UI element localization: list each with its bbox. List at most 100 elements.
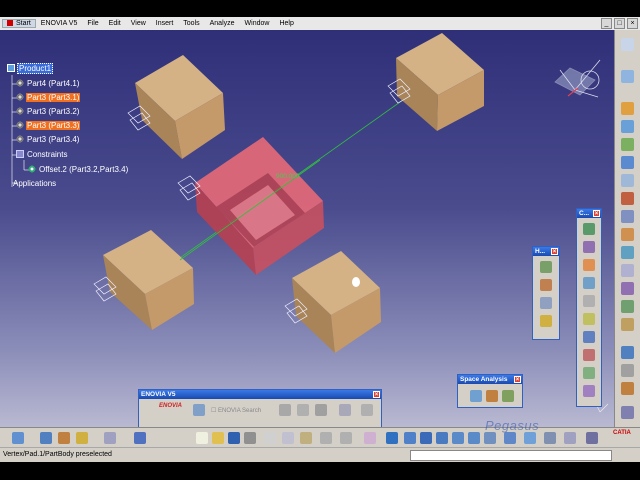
enovia-tool-4[interactable] [315, 404, 327, 416]
c-tool-8[interactable] [583, 349, 595, 361]
normal-view-icon[interactable] [484, 432, 496, 444]
paste-icon[interactable] [300, 432, 312, 444]
tree-node-part3-1[interactable]: Part3 (Part3.1) [16, 92, 81, 103]
hide-show-icon[interactable] [544, 432, 556, 444]
toolbar-icon-1[interactable] [621, 38, 634, 51]
swap-icon[interactable] [40, 432, 52, 444]
redo-icon[interactable] [340, 432, 352, 444]
c-tool-2[interactable] [583, 241, 595, 253]
menu-window[interactable]: Window [240, 20, 275, 27]
menu-help[interactable]: Help [274, 20, 298, 27]
zoom-in-icon[interactable] [452, 432, 464, 444]
toolbar-icon-4[interactable] [621, 120, 634, 133]
toolbar-enovia-title[interactable]: ENOVIA V5 × [139, 390, 381, 399]
undo-icon[interactable] [320, 432, 332, 444]
close-icon[interactable]: × [551, 248, 558, 255]
c-tool-5[interactable] [583, 295, 595, 307]
tree-node-part3-4[interactable]: Part3 (Part3.4) [16, 134, 80, 145]
c-tool-1[interactable] [583, 223, 595, 235]
toolbar-icon-3[interactable] [621, 102, 634, 115]
toolbar-icon-16[interactable] [621, 346, 634, 359]
tree-label-applications[interactable]: Applications [12, 179, 57, 188]
copy-icon[interactable] [282, 432, 294, 444]
menu-tools[interactable]: Tools [178, 20, 204, 27]
enovia-tool-3[interactable] [297, 404, 309, 416]
save-icon[interactable] [228, 432, 240, 444]
zoom-out-icon[interactable] [468, 432, 480, 444]
c-tool-6[interactable] [583, 313, 595, 325]
h-tool-3[interactable] [540, 297, 552, 309]
menu-analyze[interactable]: Analyze [205, 20, 240, 27]
tree-node-part4-1[interactable]: Part4 (Part4.1) [16, 78, 80, 89]
tree-node-product[interactable]: Product1 [7, 63, 54, 74]
toolbar-icon-10[interactable] [621, 228, 634, 241]
c-tool-10[interactable] [583, 385, 595, 397]
close-icon[interactable]: × [627, 18, 638, 29]
close-icon[interactable]: × [514, 376, 521, 383]
print-icon[interactable] [244, 432, 256, 444]
toolbar-h-title[interactable]: H... × [533, 247, 559, 256]
lock-icon[interactable] [76, 432, 88, 444]
c-tool-4[interactable] [583, 277, 595, 289]
tree-node-part3-2[interactable]: Part3 (Part3.2) [16, 106, 80, 117]
tree-label-part3-4[interactable]: Part3 (Part3.4) [26, 135, 80, 144]
shading-icon[interactable] [524, 432, 536, 444]
c-tool-3[interactable] [583, 259, 595, 271]
space-tool-distance[interactable] [502, 390, 514, 402]
toolbar-h[interactable]: H... × [532, 246, 560, 340]
tree-label-part4-1[interactable]: Part4 (Part4.1) [26, 79, 80, 88]
h-tool-2[interactable] [540, 279, 552, 291]
toolbar-icon-18[interactable] [621, 382, 634, 395]
pan-icon[interactable] [420, 432, 432, 444]
cube-part3-4[interactable] [292, 251, 381, 353]
tree-node-applications[interactable]: Applications [12, 178, 57, 189]
toolbar-c-title[interactable]: C... × [577, 209, 601, 218]
iso-view-icon[interactable] [504, 432, 516, 444]
toolbar-space-title[interactable]: Space Analysis × [458, 375, 522, 384]
apply-material-icon[interactable] [586, 432, 598, 444]
toolbar-icon-14[interactable] [621, 300, 634, 313]
fit-all-icon[interactable] [404, 432, 416, 444]
tree-label-offset[interactable]: Offset.2 (Part3.2,Part3.4) [38, 165, 129, 174]
toolbar-icon-12[interactable] [621, 264, 634, 277]
tree-label-part3-1[interactable]: Part3 (Part3.1) [26, 93, 81, 102]
fix-icon[interactable] [58, 432, 70, 444]
toolbar-icon-13[interactable] [621, 282, 634, 295]
tree-label-part3-2[interactable]: Part3 (Part3.2) [26, 107, 80, 116]
c-tool-7[interactable] [583, 331, 595, 343]
space-tool-sectioning[interactable] [486, 390, 498, 402]
menu-enovia[interactable]: ENOVIA V5 [36, 20, 83, 27]
tree-label-constraints[interactable]: Constraints [26, 150, 68, 159]
new-icon[interactable] [196, 432, 208, 444]
enovia-tool-6[interactable] [361, 404, 373, 416]
tree-label-product[interactable]: Product1 [17, 63, 54, 74]
toolbar-icon-15[interactable] [621, 318, 634, 331]
h-tool-4[interactable] [540, 315, 552, 327]
whats-this-icon[interactable] [364, 432, 376, 444]
toolbar-icon-19[interactable] [621, 406, 634, 419]
update-icon[interactable] [12, 432, 24, 444]
menu-file[interactable]: File [82, 20, 103, 27]
toolbar-icon-2[interactable] [621, 70, 634, 83]
tree-node-part3-3[interactable]: Part3 (Part3.3) [16, 120, 81, 131]
tree-node-constraints[interactable]: Constraints [16, 149, 68, 160]
enovia-search-checkbox[interactable]: ☐ ENOVIA Search [211, 407, 261, 414]
3d-viewport[interactable]: 900.000 Product1 Part4 (Part4.1) Part3 (… [0, 30, 614, 427]
toolbar-icon-11[interactable] [621, 246, 634, 259]
open-icon[interactable] [212, 432, 224, 444]
space-tool-clash[interactable] [470, 390, 482, 402]
part4-hollow-box[interactable] [195, 137, 324, 275]
tree-node-offset[interactable]: Offset.2 (Part3.2,Part3.4) [28, 164, 129, 175]
menu-insert[interactable]: Insert [151, 20, 179, 27]
c-tool-9[interactable] [583, 367, 595, 379]
menu-view[interactable]: View [126, 20, 151, 27]
toolbar-enovia[interactable]: ENOVIA V5 × ENOVIA ☐ ENOVIA Search [138, 389, 382, 429]
refresh-icon[interactable] [104, 432, 116, 444]
tree-label-part3-3[interactable]: Part3 (Part3.3) [26, 121, 81, 130]
cube-part3-2[interactable] [396, 33, 484, 131]
cube-part3-1[interactable] [135, 55, 225, 159]
menu-edit[interactable]: Edit [104, 20, 126, 27]
cube-part3-3[interactable] [103, 230, 194, 330]
rotate-icon[interactable] [436, 432, 448, 444]
fly-mode-icon[interactable] [386, 432, 398, 444]
